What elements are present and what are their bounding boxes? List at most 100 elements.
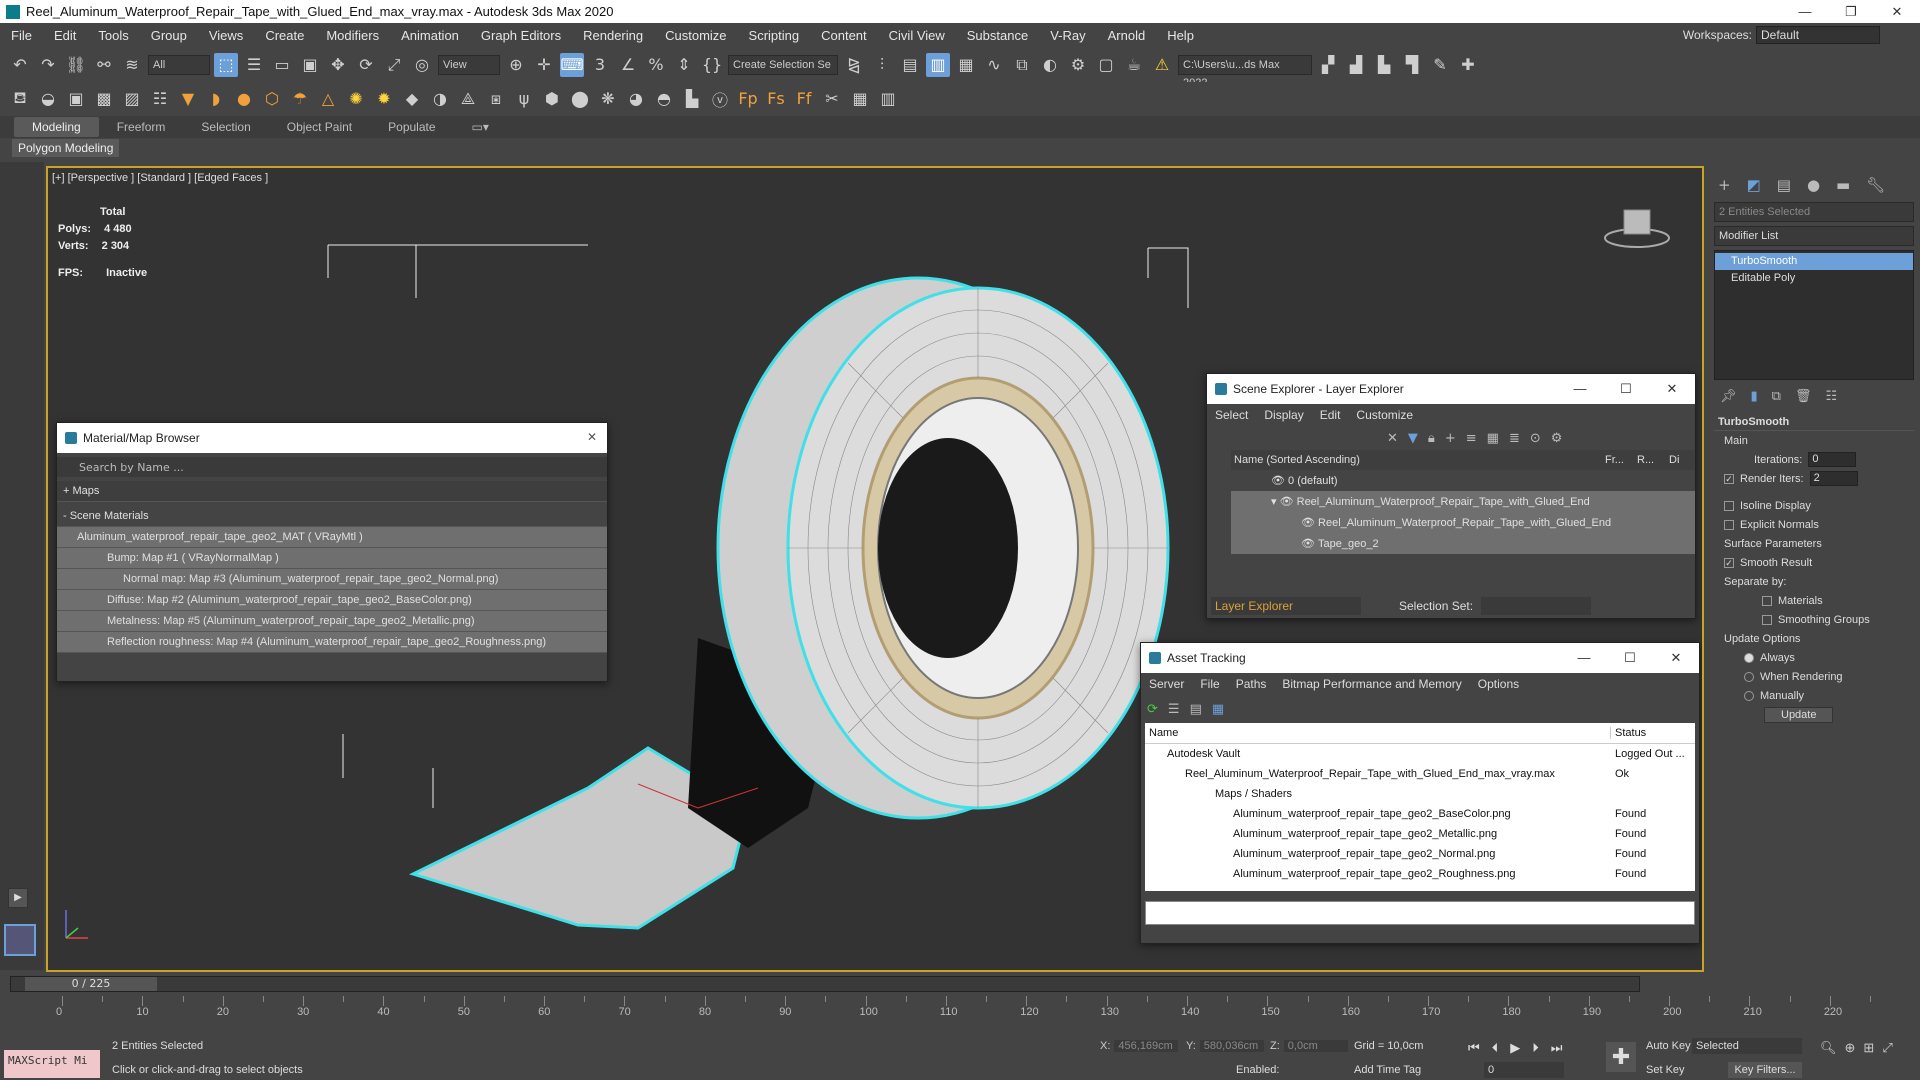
pivot-center-icon[interactable]: ⊕ xyxy=(504,53,528,77)
menu-bitmap-performance[interactable]: Bitmap Performance and Memory xyxy=(1274,677,1469,691)
settings-icon[interactable]: ⚙ xyxy=(1551,431,1563,446)
play-icon[interactable]: ▶ xyxy=(1510,1040,1520,1056)
menu-vray[interactable]: V-Ray xyxy=(1039,28,1096,43)
sphere-light-icon[interactable]: ● xyxy=(232,87,256,111)
minimize-button[interactable]: — xyxy=(1782,0,1828,23)
go-to-start-icon[interactable]: ⏮ xyxy=(1468,1040,1480,1056)
fs-icon[interactable]: Fs xyxy=(764,87,788,111)
spinner-snap-icon[interactable]: ⇕ xyxy=(672,53,696,77)
named-selection-dropdown[interactable]: Create Selection Se xyxy=(728,54,838,75)
fur-icon[interactable]: ⟁ xyxy=(456,87,480,111)
material-item[interactable]: Aluminum_waterproof_repair_tape_geo2_MAT… xyxy=(57,527,607,548)
bind-space-warp-icon[interactable]: ≋ xyxy=(120,53,144,77)
smooth-result-checkbox[interactable]: ✓ xyxy=(1724,557,1734,568)
visibility-icon[interactable]: 👁︎ xyxy=(1280,495,1294,508)
maps-group[interactable]: + Maps xyxy=(57,481,607,502)
interactive-render-icon[interactable]: ◒ xyxy=(36,87,60,111)
x-value[interactable]: 456,169cm xyxy=(1114,1040,1179,1052)
snaps-toggle-icon[interactable]: 3 xyxy=(588,53,612,77)
menu-edit[interactable]: Edit xyxy=(1312,408,1349,422)
tools-icon[interactable]: ✂ xyxy=(820,87,844,111)
manually-radio[interactable] xyxy=(1744,690,1754,701)
grass-icon[interactable]: ψ xyxy=(512,87,536,111)
curve-editor-icon[interactable]: ∿ xyxy=(982,53,1006,77)
tab-object-paint[interactable]: Object Paint xyxy=(269,117,370,137)
bake-icon[interactable]: ◕ xyxy=(624,87,648,111)
project-path-dropdown[interactable]: C:\Users\u...ds Max 2022 xyxy=(1178,54,1312,89)
maximize-viewport-icon[interactable]: ⤢ xyxy=(1882,1040,1892,1056)
ipr-icon[interactable]: ▨ xyxy=(120,87,144,111)
smoothing-groups-checkbox[interactable] xyxy=(1762,614,1772,625)
menu-create[interactable]: Create xyxy=(254,28,315,43)
layer-manager-icon[interactable]: ▤ xyxy=(898,53,922,77)
col-freeze[interactable]: Fr... xyxy=(1605,454,1637,466)
close-icon[interactable]: ✕ xyxy=(1653,643,1699,673)
always-radio[interactable] xyxy=(1744,652,1754,663)
reference-coord-dropdown[interactable]: View xyxy=(438,54,500,75)
render-production-icon[interactable]: ☕ xyxy=(1122,53,1146,77)
asset-row[interactable]: Maps / Shaders xyxy=(1145,784,1695,804)
menu-edit[interactable]: Edit xyxy=(43,28,87,43)
remove-modifier-icon[interactable]: 🗑︎ xyxy=(1795,389,1812,404)
menu-civil-view[interactable]: Civil View xyxy=(878,28,956,43)
restore-button[interactable]: ❐ xyxy=(1828,0,1874,23)
modifier-list-dropdown[interactable]: Modifier List xyxy=(1714,226,1914,246)
move-icon[interactable]: ✥ xyxy=(326,53,350,77)
asset-row[interactable]: Aluminum_waterproof_repair_tape_geo2_Nor… xyxy=(1145,844,1695,864)
scene-explorer-icon[interactable]: ▥ xyxy=(926,52,950,77)
teapot-icon[interactable]: ⛾ xyxy=(8,87,32,111)
scene-materials-group[interactable]: - Scene Materials xyxy=(57,506,607,527)
fp-icon[interactable]: Fp xyxy=(736,87,760,111)
next-frame-icon[interactable]: ⏵ xyxy=(1532,1040,1539,1056)
menu-rendering[interactable]: Rendering xyxy=(572,28,654,43)
plane-icon[interactable]: ◑ xyxy=(428,87,452,111)
material-library-icon[interactable]: ◓ xyxy=(652,87,676,111)
menu-options[interactable]: Options xyxy=(1470,677,1527,691)
perspective-viewport[interactable]: [+] [Perspective ] [Standard ] [Edged Fa… xyxy=(46,166,1704,972)
object-row[interactable]: 👁︎ Reel_Aluminum_Waterproof_Repair_Tape_… xyxy=(1231,512,1695,533)
when-rendering-radio[interactable] xyxy=(1744,671,1754,682)
dome-light-icon[interactable]: ◗ xyxy=(204,87,228,111)
map-item[interactable]: Metalness: Map #5 (Aluminum_waterproof_r… xyxy=(57,611,607,632)
map-item[interactable]: Diffuse: Map #2 (Aluminum_waterproof_rep… xyxy=(57,590,607,611)
visibility-icon[interactable]: 👁︎ xyxy=(1301,537,1315,550)
clear-search-icon[interactable]: ✕ xyxy=(1387,431,1398,446)
rectangular-selection-icon[interactable]: ▭ xyxy=(270,53,294,77)
mesh-light-icon[interactable]: ⬡ xyxy=(260,87,284,111)
material-editor-icon[interactable]: ◐ xyxy=(1038,53,1062,77)
hierarchy-icon[interactable]: ▦ xyxy=(1487,431,1499,446)
render-iters-checkbox[interactable]: ✓ xyxy=(1724,473,1734,484)
lock-icon[interactable]: 🔒︎ xyxy=(1428,431,1435,446)
col-render[interactable]: R... xyxy=(1637,454,1669,466)
make-unique-icon[interactable]: ⧉ xyxy=(1772,389,1781,404)
scene-converter-icon[interactable]: ▙ xyxy=(680,87,704,111)
expand-arrow-icon[interactable]: ▾ xyxy=(1271,495,1277,508)
menu-views[interactable]: Views xyxy=(198,28,254,43)
menu-content[interactable]: Content xyxy=(810,28,878,43)
tab-freeform[interactable]: Freeform xyxy=(99,117,184,137)
menu-display[interactable]: Display xyxy=(1256,408,1311,422)
time-slider[interactable]: 0 / 225 xyxy=(10,976,1640,992)
refresh-icon[interactable]: ⟳ xyxy=(1147,702,1158,717)
render-iters-spinner[interactable]: 2 xyxy=(1809,471,1858,486)
decal-icon[interactable]: ⬢ xyxy=(540,87,564,111)
display-tab-icon[interactable]: ▬ xyxy=(1836,176,1850,194)
undo-icon[interactable]: ↶ xyxy=(8,53,32,77)
go-to-end-icon[interactable]: ⏭ xyxy=(1551,1040,1563,1056)
layers-icon[interactable]: ≡ xyxy=(1466,431,1477,446)
list-icon[interactable]: ☰ xyxy=(1168,702,1180,717)
map-item[interactable]: Bump: Map #1 ( VRayNormalMap ) xyxy=(57,548,607,569)
zoom-extents-icon[interactable]: ⊞ xyxy=(1863,1040,1874,1056)
angle-snap-icon[interactable]: ∠ xyxy=(616,53,640,77)
show-end-result-icon[interactable]: ▮ xyxy=(1751,389,1758,404)
hierarchy-tab-icon[interactable]: ▤ xyxy=(1777,176,1791,194)
menu-paths[interactable]: Paths xyxy=(1228,677,1275,691)
menu-modifiers[interactable]: Modifiers xyxy=(315,28,390,43)
container-close-icon[interactable]: ▜ xyxy=(1400,53,1424,77)
selection-filter-dropdown[interactable]: All xyxy=(148,54,210,75)
menu-arnold[interactable]: Arnold xyxy=(1097,28,1157,43)
container-open-icon[interactable]: ▙ xyxy=(1372,53,1396,77)
brush-icon[interactable]: ✎ xyxy=(1428,53,1452,77)
col-name[interactable]: Name xyxy=(1145,727,1611,739)
menu-group[interactable]: Group xyxy=(140,28,198,43)
